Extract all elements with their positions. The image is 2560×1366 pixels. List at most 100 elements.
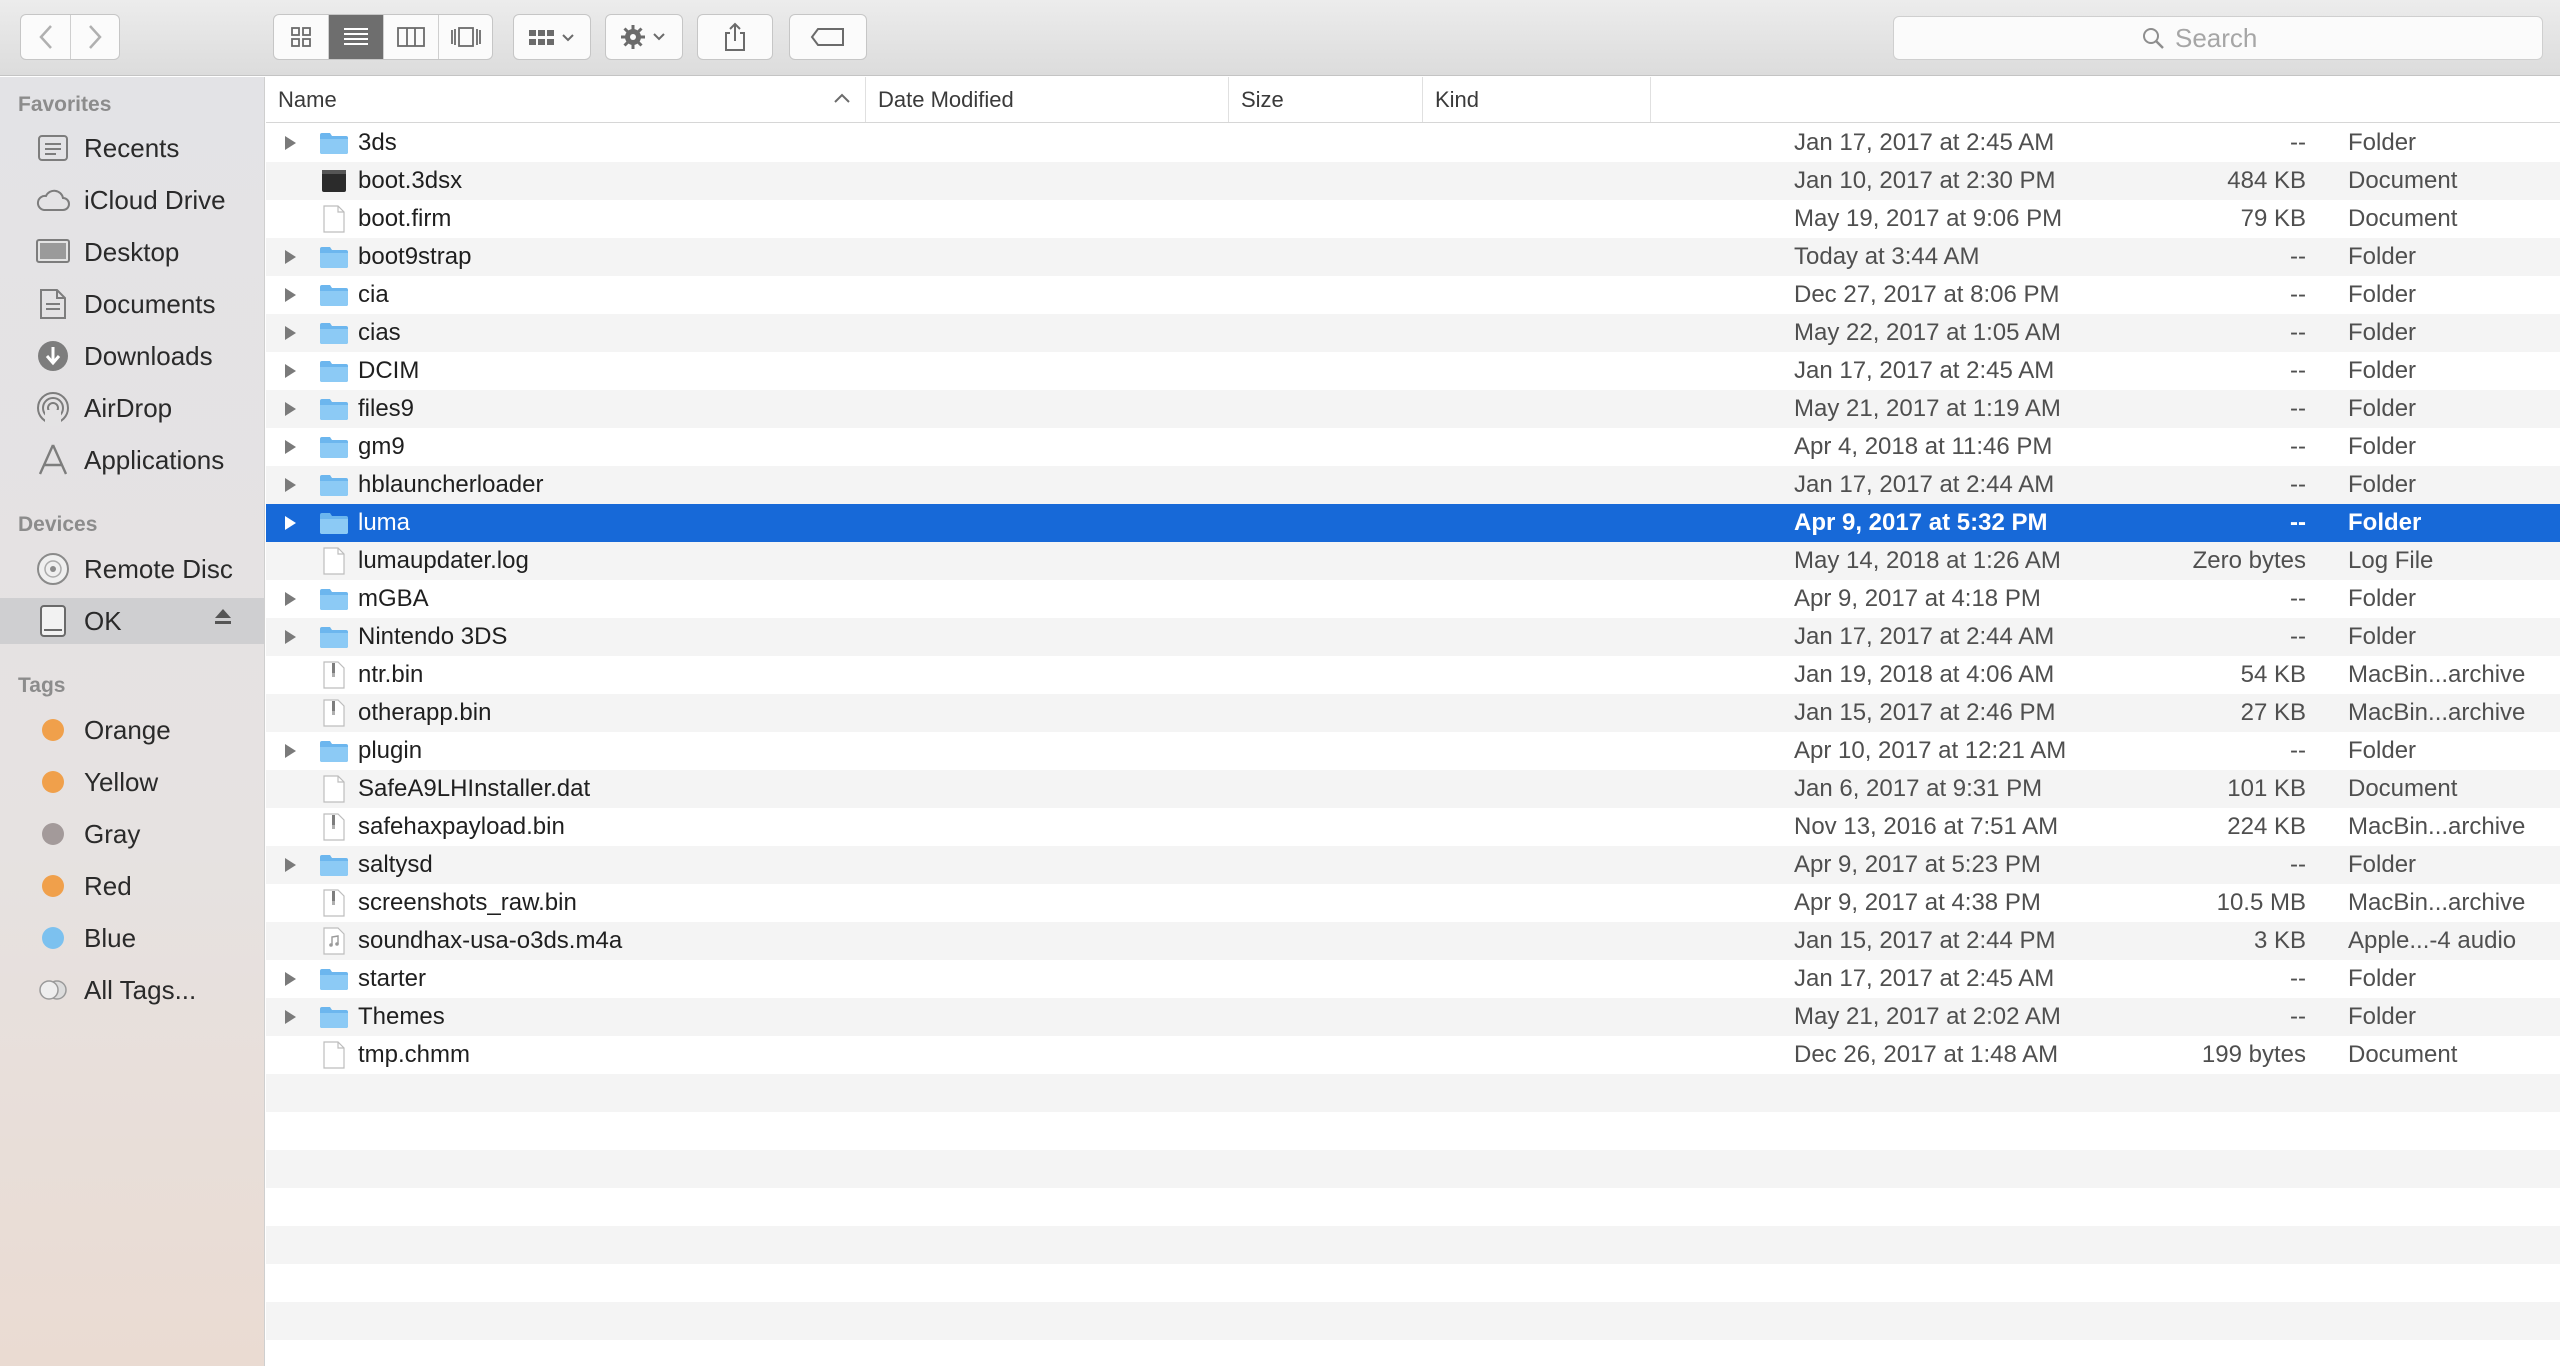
sidebar-item-ok[interactable]: OK [0,598,264,644]
disclosure-triangle[interactable] [280,276,300,314]
sidebar-tag-red[interactable]: Red [0,863,264,909]
disclosure-triangle[interactable] [280,466,300,504]
file-row[interactable]: soundhax-usa-o3ds.m4a Jan 15, 2017 at 2:4… [266,922,2560,960]
recents-icon [34,129,72,167]
file-kind: Folder [2348,585,2417,612]
sidebar-all-tags[interactable]: All Tags... [0,967,264,1013]
file-row[interactable]: SafeA9LHInstaller.dat Jan 6, 2017 at 9:31… [266,770,2560,808]
document-icon [323,775,345,803]
column-header-kind[interactable]: Kind [1423,77,1651,122]
file-date-modified: Jan 15, 2017 at 2:46 PM [1794,699,2056,726]
file-row[interactable]: cias May 22, 2017 at 1:05 AM -- Folder [266,314,2560,352]
tag-dot-icon [34,867,72,905]
forward-button[interactable] [71,15,119,59]
file-row[interactable]: mGBA Apr 9, 2017 at 4:18 PM -- Folder [266,580,2560,618]
file-row[interactable]: boot.3dsx Jan 10, 2017 at 2:30 PM 484 KB Do… [266,162,2560,200]
disclosure-triangle[interactable] [280,314,300,352]
file-row[interactable]: luma Apr 9, 2017 at 5:32 PM -- Folder [266,504,2560,542]
action-menu-button[interactable] [605,14,683,60]
sidebar-tag-orange[interactable]: Orange [0,707,264,753]
file-row[interactable]: cia Dec 27, 2017 at 8:06 PM -- Folder [266,276,2560,314]
column-view-button[interactable] [384,15,439,59]
file-row[interactable]: tmp.chmm Dec 26, 2017 at 1:48 AM 199 bytes… [266,1036,2560,1074]
file-date-modified: Nov 13, 2016 at 7:51 AM [1794,813,2059,840]
file-name: screenshots_raw.bin [358,889,577,916]
sidebar-item-recents[interactable]: Recents [0,125,264,171]
back-button[interactable] [21,15,71,59]
search-input[interactable] [2175,22,2295,54]
sidebar-item-downloads[interactable]: Downloads [0,333,264,379]
file-row[interactable]: ntr.bin Jan 19, 2018 at 4:06 AM 54 KB MacBi… [266,656,2560,694]
sidebar-item-applications[interactable]: Applications [0,437,264,483]
file-row[interactable]: boot9strap Today at 3:44 AM -- Folder [266,238,2560,276]
share-button[interactable] [697,14,773,60]
folder-icon [320,741,348,762]
sidebar-item-remote-disc[interactable]: Remote Disc [0,546,264,592]
file-kind: Document [2348,205,2458,232]
file-type-icon [318,276,350,314]
search-field[interactable] [1893,16,2543,60]
disclosure-triangle[interactable] [280,504,300,542]
triangle-right-icon [285,402,296,416]
file-row[interactable]: 3ds Jan 17, 2017 at 2:45 AM -- Folder [266,124,2560,162]
file-row[interactable]: saltysd Apr 9, 2017 at 5:23 PM -- Folder [266,846,2560,884]
file-row[interactable]: safehaxpayload.bin Nov 13, 2016 at 7:51 A… [266,808,2560,846]
column-header-name[interactable]: Name [266,77,866,122]
file-row[interactable]: screenshots_raw.bin Apr 9, 2017 at 4:38 P… [266,884,2560,922]
disclosure-triangle[interactable] [280,732,300,770]
disclosure-triangle[interactable] [280,428,300,466]
disclosure-triangle[interactable] [280,960,300,998]
edit-tags-button[interactable] [789,14,867,60]
file-row[interactable]: gm9 Apr 4, 2018 at 11:46 PM -- Folder [266,428,2560,466]
file-name: mGBA [358,585,429,612]
all-tags-icon [34,971,72,1009]
sidebar-item-airdrop[interactable]: AirDrop [0,385,264,431]
file-row[interactable]: hblauncherloader Jan 17, 2017 at 2:44 AM -… [266,466,2560,504]
disclosure-triangle[interactable] [280,846,300,884]
disclosure-triangle[interactable] [280,618,300,656]
file-row[interactable]: Nintendo 3DS Jan 17, 2017 at 2:44 AM -- Fol… [266,618,2560,656]
folder-icon [320,1007,348,1028]
file-kind: Folder [2348,623,2417,650]
file-row[interactable]: DCIM Jan 17, 2017 at 2:45 AM -- Folder [266,352,2560,390]
gallery-view-button[interactable] [439,15,492,59]
folder-icon [320,475,348,496]
file-row[interactable]: files9 May 21, 2017 at 1:19 AM -- Folder [266,390,2560,428]
group-by-button[interactable] [513,14,591,60]
disclosure-triangle[interactable] [280,352,300,390]
empty-list-row [266,1264,2560,1302]
sidebar-tag-yellow[interactable]: Yellow [0,759,264,805]
document-icon [323,205,345,233]
sidebar-tag-blue[interactable]: Blue [0,915,264,961]
eject-icon[interactable] [212,606,234,633]
sidebar-item-desktop[interactable]: Desktop [0,229,264,275]
disclosure-triangle[interactable] [280,998,300,1036]
column-header-date-modified[interactable]: Date Modified [866,77,1229,122]
file-row[interactable]: boot.firm May 19, 2017 at 9:06 PM 79 KB Doc… [266,200,2560,238]
sidebar-item-label: Orange [84,714,171,745]
file-row[interactable]: starter Jan 17, 2017 at 2:45 AM -- Folder [266,960,2560,998]
icon-view-button[interactable] [274,15,329,59]
file-size: -- [2290,129,2306,156]
list-view-button[interactable] [329,15,384,59]
disclosure-triangle[interactable] [280,124,300,162]
file-size: 199 bytes [2201,1041,2306,1068]
applications-icon [34,441,72,479]
triangle-right-icon [285,478,296,492]
disclosure-triangle[interactable] [280,580,300,618]
file-row[interactable]: lumaupdater.log May 14, 2018 at 1:26 AM Ze… [266,542,2560,580]
file-row[interactable]: Themes May 21, 2017 at 2:02 AM -- Folder [266,998,2560,1036]
empty-list-row [266,1112,2560,1150]
documents-icon [34,285,72,323]
triangle-right-icon [285,516,296,530]
disclosure-triangle[interactable] [280,390,300,428]
disclosure-triangle[interactable] [280,238,300,276]
file-row[interactable]: plugin Apr 10, 2017 at 12:21 AM -- Folder [266,732,2560,770]
sidebar-tag-gray[interactable]: Gray [0,811,264,857]
sidebar-item-icloud-drive[interactable]: iCloud Drive [0,177,264,223]
column-header-size[interactable]: Size [1229,77,1423,122]
triangle-right-icon [285,250,296,264]
sidebar-item-documents[interactable]: Documents [0,281,264,327]
file-row[interactable]: otherapp.bin Jan 15, 2017 at 2:46 PM 27 KB… [266,694,2560,732]
sidebar-item-label: Documents [84,288,216,319]
